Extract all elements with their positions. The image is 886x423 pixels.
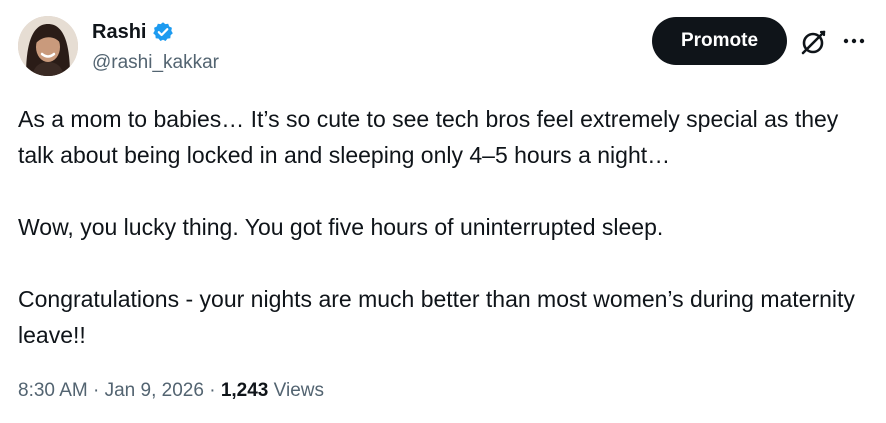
grok-icon[interactable]	[800, 28, 828, 56]
verified-badge-icon[interactable]	[152, 21, 174, 43]
views-label: Views	[273, 380, 324, 401]
tweet-paragraph: As a mom to babies… It’s so cute to see …	[18, 106, 839, 168]
tweet: Rashi @rashi_kakkar Promote As a mom to …	[0, 0, 886, 423]
meta-separator: ·	[93, 380, 100, 401]
promote-button[interactable]: Promote	[652, 17, 787, 65]
author-handle[interactable]: @rashi_kakkar	[92, 51, 219, 75]
views-count[interactable]: 1,243	[221, 380, 269, 401]
tweet-meta: 8:30 AM · Jan 9, 2026 · 1,243 Views	[18, 377, 324, 405]
more-icon[interactable]	[843, 34, 865, 48]
tweet-paragraph: Wow, you lucky thing. You got five hours…	[18, 214, 664, 240]
tweet-date[interactable]: Jan 9, 2026	[105, 380, 204, 401]
tweet-time[interactable]: 8:30 AM	[18, 380, 88, 401]
author-name-row: Rashi	[92, 20, 174, 44]
avatar[interactable]	[18, 16, 78, 76]
display-name[interactable]: Rashi	[92, 20, 146, 44]
tweet-paragraph: Congratulations - your nights are much b…	[18, 286, 855, 348]
tweet-text: As a mom to babies… It’s so cute to see …	[18, 101, 868, 353]
meta-separator: ·	[209, 380, 216, 401]
